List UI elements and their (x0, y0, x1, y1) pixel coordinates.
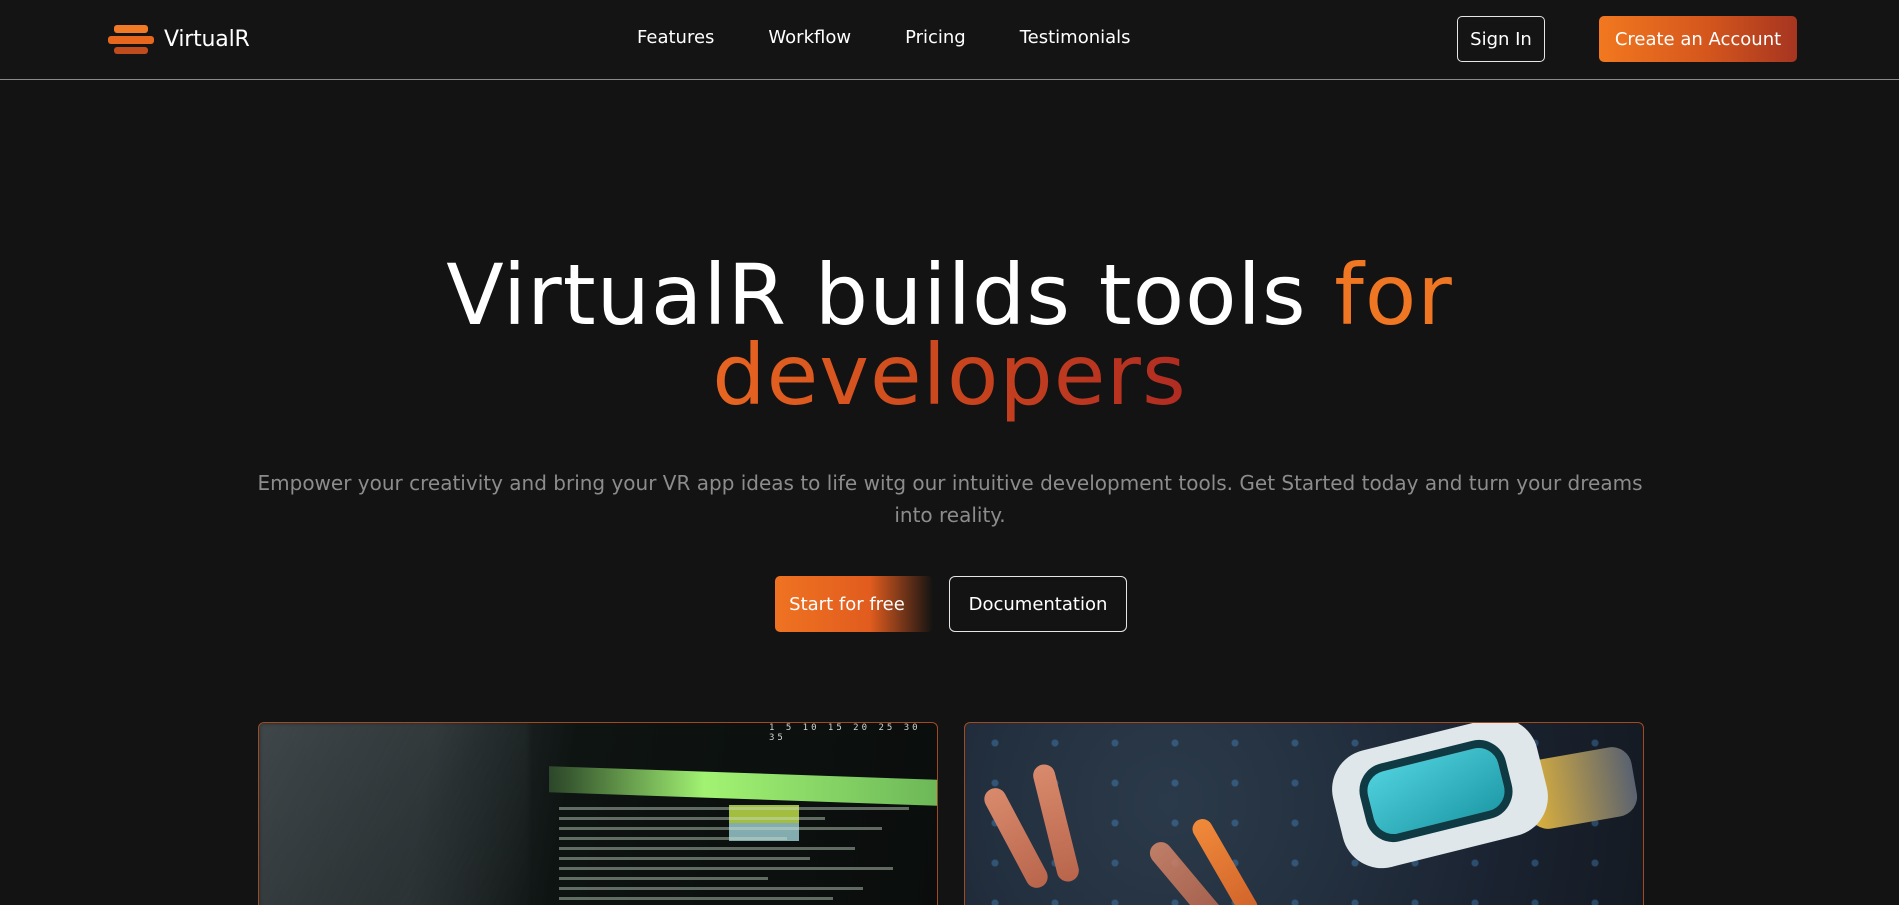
sign-in-button[interactable]: Sign In (1457, 16, 1545, 62)
nav-link-testimonials[interactable]: Testimonials (1020, 27, 1131, 48)
nav-link-workflow[interactable]: Workflow (768, 27, 851, 48)
hero-title: VirtualR builds tools for developers (0, 253, 1899, 417)
blurred-person-shape (259, 723, 529, 905)
brand[interactable]: VirtualR (108, 22, 250, 56)
terminal-header-numbers: 1 5 10 15 20 25 30 35 (769, 723, 921, 743)
navbar: VirtualR Features Workflow Pricing Testi… (0, 0, 1899, 80)
hero-subtitle: Empower your creativity and bring your V… (257, 471, 1643, 527)
landing-page: VirtualR Features Workflow Pricing Testi… (0, 0, 1899, 905)
terminal-highlight-bar (549, 766, 937, 806)
start-for-free-button[interactable]: Start for free (775, 576, 933, 632)
brand-name: VirtualR (164, 26, 250, 52)
nav-link-pricing[interactable]: Pricing (905, 27, 966, 48)
hero-title-accent-developers: developers (712, 326, 1187, 424)
nav-link-features[interactable]: Features (637, 27, 714, 48)
terminal-code-image: 1 5 10 15 20 25 30 35 (258, 722, 938, 905)
hero-title-accent-for: for (1334, 246, 1453, 344)
terminal-text-lines (559, 807, 937, 905)
vr-headset-image (964, 722, 1644, 905)
documentation-button[interactable]: Documentation (949, 576, 1127, 632)
create-account-button[interactable]: Create an Account (1599, 16, 1797, 62)
logo-icon (108, 22, 154, 56)
main-nav: Features Workflow Pricing Testimonials (637, 27, 1131, 48)
